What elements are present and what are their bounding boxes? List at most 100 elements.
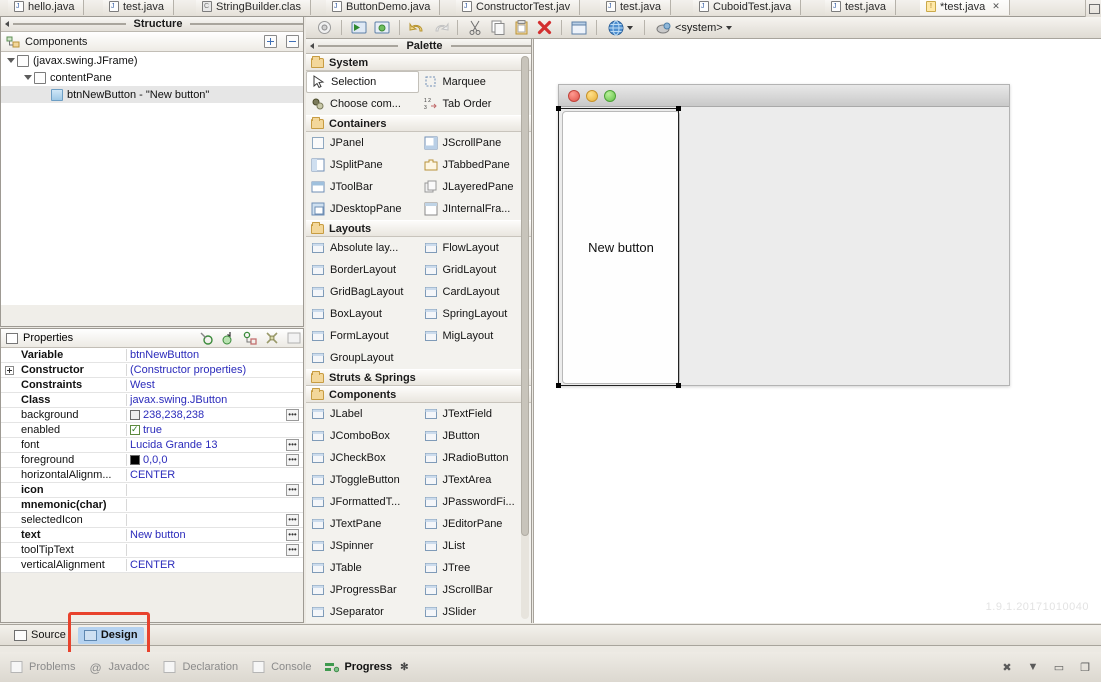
palette-item[interactable]: JSlider xyxy=(419,601,532,623)
palette-item[interactable]: Selection xyxy=(306,71,419,93)
cut-icon[interactable] xyxy=(465,19,485,37)
palette-section-header[interactable]: Components xyxy=(306,386,531,403)
property-row[interactable]: Constructor (Constructor properties) xyxy=(1,363,303,378)
property-value-cell[interactable]: CENTER xyxy=(127,559,303,571)
property-row[interactable]: toolTipText ••• xyxy=(1,543,303,558)
palette-item[interactable]: JScrollPane xyxy=(419,132,532,154)
palette-item[interactable]: JTabbedPane xyxy=(419,154,532,176)
property-row[interactable]: foreground 0,0,0 ••• xyxy=(1,453,303,468)
editor-tab[interactable]: *test.java ✕ xyxy=(920,0,1010,15)
preview-browser-dropdown[interactable] xyxy=(604,19,637,37)
editor-tab[interactable]: test.java xyxy=(825,0,896,15)
palette-item[interactable]: BoxLayout xyxy=(306,303,419,325)
properties-table[interactable]: Variable btnNewButton Constructor (Construc… xyxy=(1,348,303,573)
property-value-cell[interactable]: (Constructor properties) xyxy=(127,364,303,376)
palette-item[interactable]: JLayeredPane xyxy=(419,176,532,198)
editor-tab[interactable]: test.java xyxy=(600,0,671,15)
debug-icon[interactable] xyxy=(372,19,392,37)
palette-scrollbar[interactable] xyxy=(521,56,529,619)
checkbox-icon[interactable] xyxy=(130,424,140,435)
editor-tab[interactable]: ButtonDemo.java xyxy=(326,0,441,15)
palette-item[interactable]: FormLayout xyxy=(306,325,419,347)
property-row[interactable]: horizontalAlignm... CENTER xyxy=(1,468,303,483)
palette-item[interactable]: JFormattedT... xyxy=(306,491,419,513)
property-value-cell[interactable]: btnNewButton xyxy=(127,349,303,361)
expand-all-button[interactable] xyxy=(264,35,277,48)
minimize-icon[interactable]: ▭ xyxy=(1051,660,1067,674)
palette-section-header[interactable]: Layouts xyxy=(306,220,531,237)
close-traffic-light-icon[interactable] xyxy=(568,89,580,102)
bottom-tab-console[interactable]: Console xyxy=(252,657,311,677)
expand-arrow-icon[interactable] xyxy=(22,75,34,80)
close-icon[interactable]: ✻ xyxy=(400,662,408,673)
palette-item[interactable]: JComboBox xyxy=(306,425,419,447)
paste-icon[interactable] xyxy=(511,19,531,37)
test-window-icon[interactable] xyxy=(569,19,589,37)
palette-scroll-thumb[interactable] xyxy=(521,56,529,536)
property-row[interactable]: Variable btnNewButton xyxy=(1,348,303,363)
property-row[interactable]: Constraints West xyxy=(1,378,303,393)
jframe-preview[interactable]: New button xyxy=(558,84,1010,386)
palette-item[interactable]: SpringLayout xyxy=(419,303,532,325)
property-row[interactable]: icon ••• xyxy=(1,483,303,498)
close-icon[interactable]: ✕ xyxy=(992,1,1000,12)
palette-item[interactable]: JSplitPane xyxy=(306,154,419,176)
palette-item[interactable]: GridLayout xyxy=(419,259,532,281)
property-editor-button[interactable]: ••• xyxy=(286,439,299,451)
palette-item[interactable]: JToggleButton xyxy=(306,469,419,491)
property-row[interactable]: selectedIcon ••• xyxy=(1,513,303,528)
expand-arrow-icon[interactable] xyxy=(5,58,17,63)
palette-item[interactable]: JButton xyxy=(419,425,532,447)
property-value-cell[interactable]: CENTER xyxy=(127,469,303,481)
property-value-cell[interactable]: 0,0,0 ••• xyxy=(127,454,303,466)
property-editor-button[interactable]: ••• xyxy=(286,514,299,526)
property-value-cell[interactable]: javax.swing.JButton xyxy=(127,394,303,406)
zoom-traffic-light-icon[interactable] xyxy=(604,89,616,102)
palette-item[interactable]: JInternalFra... xyxy=(419,198,532,220)
property-row[interactable]: font Lucida Grande 13 ••• xyxy=(1,438,303,453)
tab-design[interactable]: Design xyxy=(77,626,144,644)
new-button-preview[interactable]: New button xyxy=(562,111,680,384)
palette-item[interactable]: JRadioButton xyxy=(419,447,532,469)
editor-tab[interactable]: test.java xyxy=(103,0,174,15)
property-value-cell[interactable]: ••• xyxy=(127,544,303,556)
property-row[interactable]: text New button ••• xyxy=(1,528,303,543)
goto-definition-button[interactable] xyxy=(220,331,235,346)
palette-item[interactable]: Choose com... xyxy=(306,93,419,115)
editor-tab[interactable]: StringBuilder.clas xyxy=(196,0,311,15)
property-value-cell[interactable]: New button ••• xyxy=(127,529,303,541)
palette-item[interactable]: CardLayout xyxy=(419,281,532,303)
palette-item[interactable]: JProgressBar xyxy=(306,579,419,601)
tree-node[interactable]: btnNewButton - "New button" xyxy=(1,86,303,103)
minimize-traffic-light-icon[interactable] xyxy=(586,89,598,102)
cancel-all-icon[interactable]: ✖ xyxy=(999,660,1015,674)
editor-tab[interactable]: ConstructorTest.jav xyxy=(456,0,581,15)
property-editor-button[interactable]: ••• xyxy=(286,529,299,541)
property-editor-button[interactable]: ••• xyxy=(286,544,299,556)
palette-item[interactable]: JCheckBox xyxy=(306,447,419,469)
properties-menu-button[interactable] xyxy=(286,331,301,346)
palette-item[interactable]: Marquee xyxy=(419,71,532,93)
property-row[interactable]: enabled true xyxy=(1,423,303,438)
palette-item[interactable]: JToolBar xyxy=(306,176,419,198)
chevron-down-icon[interactable]: ▼ xyxy=(1025,660,1041,674)
show-events-button[interactable] xyxy=(242,331,257,346)
palette-section-header[interactable]: Struts & Springs xyxy=(306,369,531,386)
editor-tab[interactable]: CuboidTest.java xyxy=(693,0,802,15)
copy-icon[interactable] xyxy=(488,19,508,37)
tab-list-button[interactable] xyxy=(1085,0,1101,17)
tab-source[interactable]: Source xyxy=(8,627,72,644)
property-row[interactable]: mnemonic(char) xyxy=(1,498,303,513)
palette-item[interactable]: Absolute lay... xyxy=(306,237,419,259)
bottom-tab-declaration[interactable]: Declaration xyxy=(163,657,238,677)
palette-item[interactable]: JTextArea xyxy=(419,469,532,491)
bottom-tab-progress[interactable]: Progress ✻ xyxy=(325,657,409,677)
redo-icon[interactable] xyxy=(430,19,450,37)
property-row[interactable]: Class javax.swing.JButton xyxy=(1,393,303,408)
palette-item[interactable]: GroupLayout xyxy=(306,347,419,369)
editor-tab-strip[interactable]: hello.java test.java StringBuilder.clas But… xyxy=(0,0,1101,17)
palette-item[interactable]: GridBagLayout xyxy=(306,281,419,303)
palette-item[interactable]: JSeparator xyxy=(306,601,419,623)
bottom-tab-javadoc[interactable]: @ Javadoc xyxy=(89,657,149,677)
delete-icon[interactable] xyxy=(534,19,554,37)
